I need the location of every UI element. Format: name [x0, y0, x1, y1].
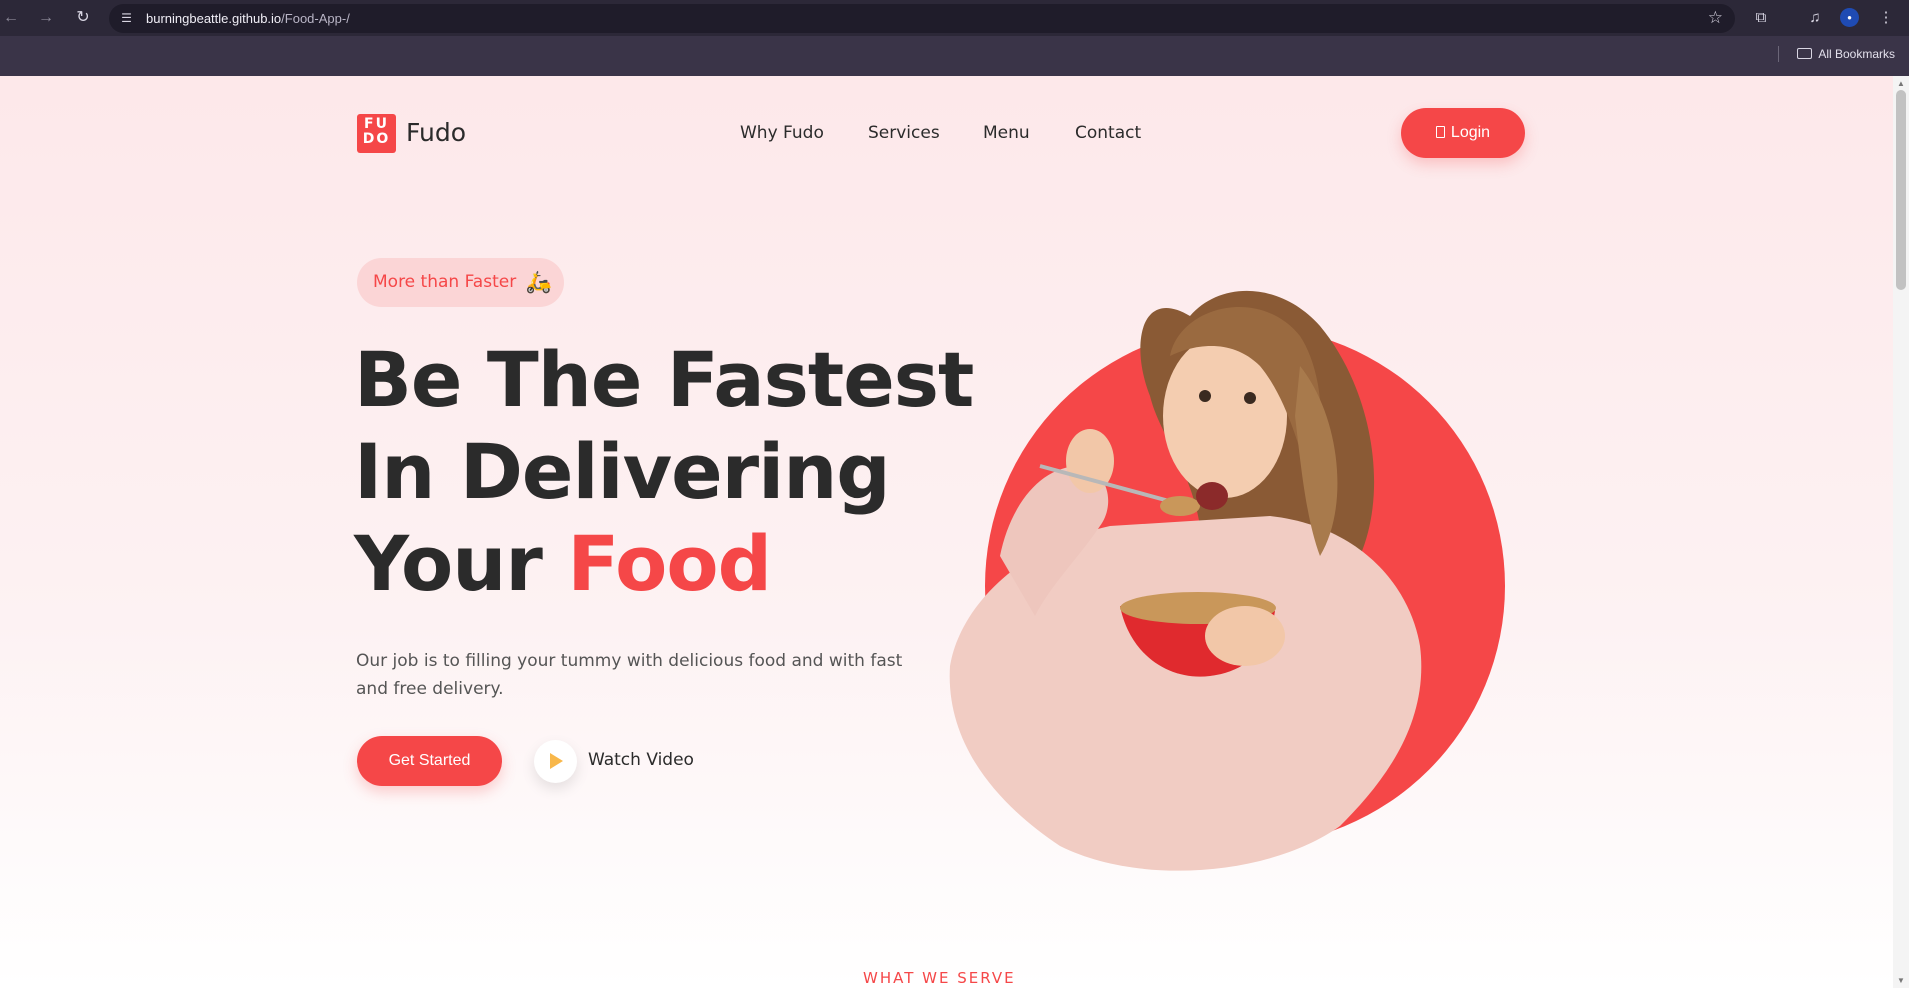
folder-icon: [1797, 48, 1813, 59]
site-info-icon[interactable]: ☰: [118, 10, 135, 27]
hero-description: Our job is to filling your tummy with de…: [356, 651, 903, 699]
extensions-icon[interactable]: ⧉: [1750, 7, 1772, 29]
page-scrollbar[interactable]: ▲ ▼: [1893, 76, 1909, 988]
logo-icon[interactable]: FU DO: [357, 114, 396, 153]
login-icon: [1435, 126, 1445, 138]
all-bookmarks-label: All Bookmarks: [1818, 47, 1895, 61]
menu-kebab-icon[interactable]: ⋮: [1875, 7, 1897, 29]
scroll-up-icon[interactable]: ▲: [1897, 79, 1905, 88]
hero-title-line-1: Be The Fastest: [354, 335, 974, 424]
media-control-icon[interactable]: ♫: [1804, 7, 1826, 29]
hero-title: Be The Fastest In Delivering Your Food: [354, 334, 974, 610]
hero-badge-label: More than Faster: [373, 272, 517, 292]
reload-button[interactable]: ↻: [72, 7, 94, 29]
all-bookmarks-button[interactable]: All Bookmarks: [1797, 47, 1895, 61]
nav-contact[interactable]: Contact: [1075, 123, 1141, 143]
hero-title-plain: Your: [354, 519, 568, 608]
play-video-button[interactable]: [534, 740, 577, 783]
browser-chrome: ← → ↻ ☰ burningbeattle.github.io/Food-Ap…: [0, 0, 1909, 76]
woman-illustration: [949, 290, 1422, 871]
nav-services[interactable]: Services: [868, 123, 940, 143]
url-host: burningbeattle.github.io: [146, 11, 282, 26]
forward-button[interactable]: →: [35, 7, 57, 29]
scooter-icon: 🛵: [525, 270, 552, 294]
login-button[interactable]: Login: [1401, 108, 1525, 158]
hero-image: [949, 290, 1505, 871]
login-label: Login: [1450, 124, 1491, 141]
logo-text[interactable]: Fudo: [406, 118, 466, 147]
profile-avatar[interactable]: ●: [1840, 8, 1859, 27]
bookmarks-divider: [1778, 46, 1779, 62]
hero-title-line-3: Your Food: [354, 518, 973, 610]
bookmark-star-icon[interactable]: ☆: [1708, 8, 1723, 28]
nav-menu[interactable]: Menu: [983, 123, 1030, 143]
page-viewport: FU DO Fudo Why Fudo Services Menu Contac…: [0, 76, 1893, 988]
section-label: WHAT WE SERVE: [863, 969, 1016, 987]
hero-badge: More than Faster 🛵: [357, 258, 564, 307]
logo-letters-top: FU: [364, 116, 389, 132]
scroll-down-icon[interactable]: ▼: [1897, 976, 1905, 985]
scroll-thumb[interactable]: [1896, 90, 1906, 290]
url-text: burningbeattle.github.io/Food-App-/: [146, 11, 350, 26]
address-bar[interactable]: ☰ burningbeattle.github.io/Food-App-/ ☆: [109, 4, 1735, 33]
play-icon: [550, 753, 563, 769]
back-button[interactable]: ←: [0, 7, 22, 29]
watch-video-link[interactable]: Watch Video: [588, 750, 694, 770]
nav-why-fudo[interactable]: Why Fudo: [740, 123, 824, 143]
get-started-button[interactable]: Get Started: [357, 736, 502, 786]
logo-letters-bottom: DO: [362, 131, 391, 147]
hero-title-accent: Food: [567, 519, 772, 608]
url-path: /Food-App-/: [281, 11, 350, 26]
browser-toolbar: ← → ↻ ☰ burningbeattle.github.io/Food-Ap…: [0, 0, 1909, 36]
hero-title-line-2: In Delivering: [354, 427, 891, 516]
